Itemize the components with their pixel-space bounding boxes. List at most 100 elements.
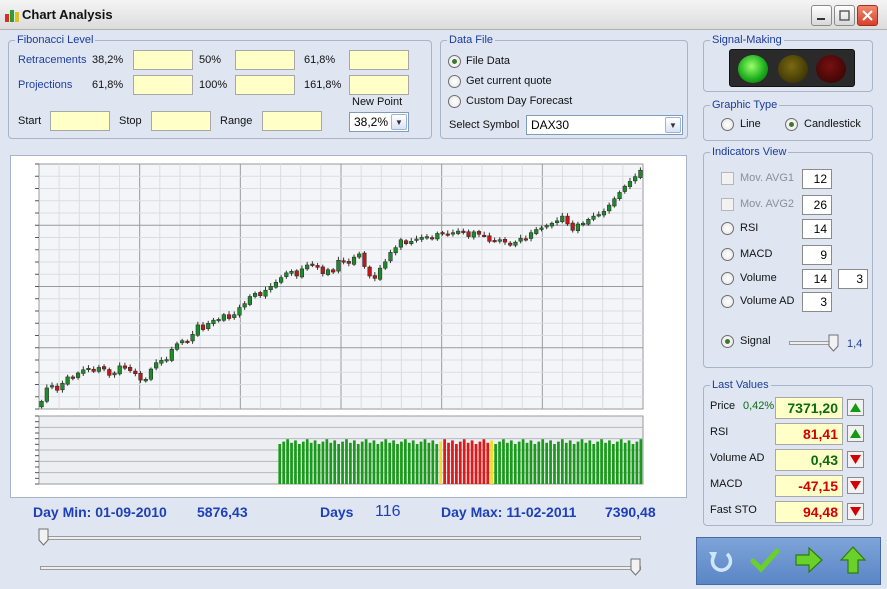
candle [513,241,518,246]
signal-bar [623,442,627,484]
retracement-level-3: 61,8% [304,54,336,66]
candle [164,359,169,362]
volume-radio[interactable] [721,272,734,285]
line-radio[interactable] [721,118,734,131]
chevron-down-icon[interactable]: ▼ [665,117,681,133]
signal-bar [478,441,482,484]
candle [383,261,388,269]
mov-avg1-checkbox[interactable] [721,172,734,185]
volume-label: Volume [740,272,777,284]
start-slider-thumb[interactable] [38,528,49,546]
signal-bar [486,442,490,484]
candle [502,239,508,243]
signal-bar [455,444,458,484]
last-value-field: 0,43 [775,449,843,471]
mov-avg1-field[interactable]: 12 [802,169,832,189]
last-value-label: Price [710,400,736,412]
down-arrow-button[interactable] [847,477,864,494]
candle [247,296,252,305]
triangle-up-icon [850,429,861,438]
down-arrow-button[interactable] [847,451,864,468]
projection-field-2[interactable] [235,75,295,95]
signal-bar [419,441,423,484]
retracement-field-3[interactable] [349,50,409,70]
stop-field[interactable] [151,111,211,131]
get-current-quote-radio[interactable] [448,75,461,88]
volume-field-2[interactable]: 3 [838,269,868,289]
last-value-label: Volume AD [710,452,765,464]
candle [445,233,450,236]
volume-field[interactable]: 14 [802,269,832,289]
end-slider-thumb[interactable] [630,558,641,576]
signal-slider-thumb[interactable] [828,334,839,352]
candle [190,334,195,342]
end-range-slider[interactable] [40,566,641,570]
up-arrow-button[interactable] [847,399,864,416]
stop-label: Stop [119,115,142,127]
maximize-button[interactable] [834,5,855,26]
signal-bar [364,439,368,484]
minimize-icon [817,18,825,20]
close-button[interactable] [857,5,878,26]
rsi-label: RSI [740,222,759,234]
signal-bar [600,439,603,484]
up-arrow-button[interactable] [847,425,864,442]
chevron-down-icon[interactable]: ▼ [391,114,407,130]
start-field[interactable] [50,111,110,131]
range-field[interactable] [262,111,322,131]
candle [133,370,138,375]
signal-bar [529,440,533,484]
checkmark-icon[interactable] [749,544,781,576]
signal-bar [447,442,450,484]
signal-bar [549,440,552,484]
candle [128,367,133,371]
mov-avg2-checkbox[interactable] [721,198,734,211]
macd-field[interactable]: 9 [802,245,832,265]
candle [570,222,575,231]
candle [39,401,44,408]
up-arrow-icon[interactable] [837,544,869,576]
signal-radio[interactable] [721,335,734,348]
retracement-field-2[interactable] [235,50,295,70]
rsi-radio[interactable] [721,222,734,235]
candle [336,259,341,272]
forward-arrow-icon[interactable] [793,544,825,576]
start-range-slider[interactable] [40,536,641,540]
candle [237,307,242,316]
symbol-select[interactable]: DAX30 ▼ [526,115,683,135]
volume-ad-field[interactable]: 3 [802,292,832,312]
last-value-label: MACD [710,478,743,490]
candle [528,232,534,239]
projection-field-1[interactable] [133,75,193,95]
mov-avg2-field[interactable]: 26 [802,195,832,215]
triangle-down-icon [850,481,861,490]
minimize-button[interactable] [811,5,832,26]
start-label: Start [18,115,42,127]
candlestick-radio[interactable] [785,118,798,131]
candle [49,385,55,388]
volume-ad-radio[interactable] [721,295,734,308]
custom-day-forecast-radio[interactable] [448,95,461,108]
projection-field-3[interactable] [349,75,409,95]
file-data-radio[interactable] [448,55,461,68]
signal-bar [619,439,623,484]
retracement-field-1[interactable] [133,50,193,70]
signal-bar [294,440,297,484]
candle [325,269,331,275]
graphic-type-legend: Graphic Type [712,99,778,111]
red-light [816,55,846,83]
down-arrow-button[interactable] [847,503,864,520]
price-change: 0,42% [743,400,775,412]
signal-bar [553,444,556,484]
candle [122,365,127,369]
signal-value: 1,4 [847,338,863,350]
new-point-select[interactable]: 38,2% ▼ [349,112,409,132]
signal-bar [290,442,293,484]
macd-radio[interactable] [721,248,734,261]
signal-bar [376,444,380,484]
signal-bar [596,441,600,484]
close-icon [862,10,873,21]
rsi-field[interactable]: 14 [802,219,832,239]
undo-icon[interactable] [705,544,737,576]
candle [44,387,49,402]
